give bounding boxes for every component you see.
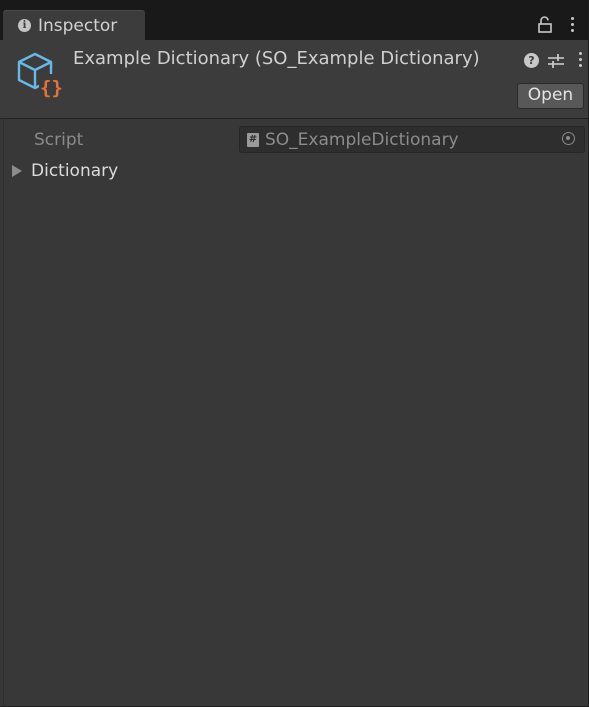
header-menu-icon[interactable]: [577, 52, 583, 70]
content-divider: [3, 119, 4, 706]
tab-menu-icon[interactable]: [569, 17, 575, 35]
inspector-header: {} Example Dictionary (SO_Example Dictio…: [0, 40, 588, 119]
preset-settings-icon[interactable]: [547, 52, 565, 70]
info-icon: i: [18, 19, 31, 32]
svg-text:{}: {}: [40, 77, 63, 98]
script-field-value: SO_ExampleDictionary: [265, 130, 459, 150]
script-object-field[interactable]: # SO_ExampleDictionary: [239, 126, 585, 153]
foldout-arrow-icon[interactable]: [12, 165, 22, 177]
help-icon[interactable]: ?: [524, 53, 539, 68]
tab-bar: i Inspector: [0, 0, 588, 40]
inspector-window: i Inspector {} Example Dictionary (SO_Ex…: [0, 0, 589, 707]
open-button[interactable]: Open: [517, 83, 584, 109]
dictionary-label: Dictionary: [31, 161, 119, 181]
script-field-label: Script: [34, 130, 84, 150]
object-title: Example Dictionary (SO_Example Dictionar…: [73, 48, 480, 69]
scriptable-object-icon: {}: [17, 52, 63, 98]
inspector-content: Script # SO_ExampleDictionary Dictionary: [0, 119, 588, 706]
dictionary-foldout[interactable]: Dictionary: [12, 161, 312, 183]
csharp-script-icon: #: [247, 133, 259, 147]
lock-icon[interactable]: [537, 16, 553, 34]
tab-label: Inspector: [38, 16, 118, 36]
object-picker-icon[interactable]: [562, 132, 575, 145]
tab-inspector[interactable]: i Inspector: [3, 10, 145, 40]
